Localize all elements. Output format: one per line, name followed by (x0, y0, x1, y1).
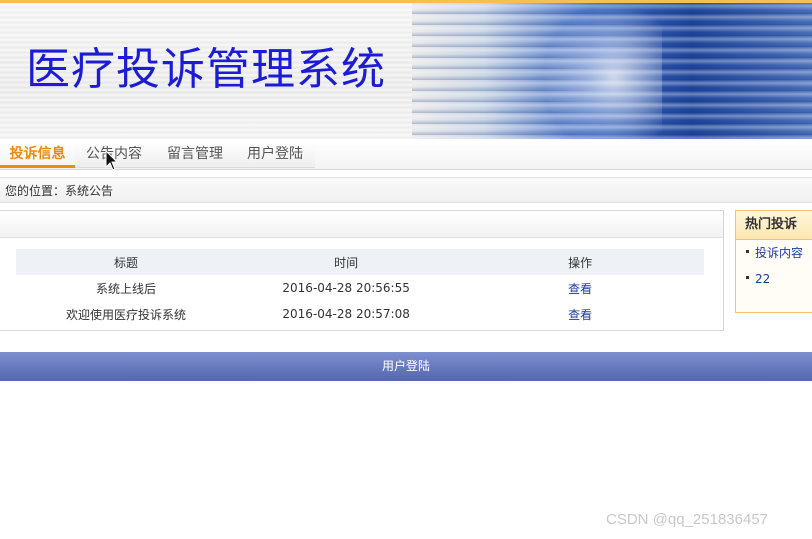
hot-complaint-link[interactable]: 投诉内容 (755, 246, 803, 260)
column-header-action: 操作 (456, 249, 704, 275)
table-row: 系统上线后 2016-04-28 20:56:55 查看 (16, 275, 704, 301)
site-title: 医疗投诉管理系统 (26, 44, 386, 95)
watermark: CSDN @qq_251836457 (606, 511, 769, 528)
breadcrumb: 您的位置：系统公告 (0, 177, 812, 203)
hot-complaints-title: 热门投诉 (736, 211, 812, 240)
notice-time: 2016-04-28 20:56:55 (282, 281, 410, 295)
header-banner: 医疗投诉管理系统 (0, 3, 812, 139)
table-row: 欢迎使用医疗投诉系统 2016-04-28 20:57:08 查看 (16, 301, 704, 327)
tab-message-management[interactable]: 留言管理 (160, 141, 230, 167)
banner-glow (542, 3, 662, 139)
notice-panel: 标题 时间 操作 系统上线后 2016-04-28 20:56:55 查看 欢迎… (0, 210, 724, 331)
notice-action-cell: 查看 (456, 301, 704, 327)
view-link[interactable]: 查看 (568, 308, 592, 322)
column-header-time: 时间 (235, 249, 457, 275)
list-item: 投诉内容 (736, 240, 812, 266)
hot-complaints-box: 热门投诉 投诉内容 22 (735, 210, 812, 313)
notice-title: 系统上线后 (95, 281, 156, 296)
hot-complaints-list: 投诉内容 22 (736, 240, 812, 292)
bullet-icon (746, 276, 749, 279)
notice-table: 标题 时间 操作 系统上线后 2016-04-28 20:56:55 查看 欢迎… (16, 249, 704, 327)
main-nav: 投诉信息 公告内容 留言管理 用户登陆 (0, 141, 812, 170)
footer-login-bar[interactable]: 用户登陆 (0, 352, 812, 381)
view-link[interactable]: 查看 (568, 282, 592, 296)
hot-complaint-link[interactable]: 22 (755, 272, 770, 286)
tab-complaint-info[interactable]: 投诉信息 (0, 141, 75, 168)
bullet-icon (746, 250, 749, 253)
table-header-row: 标题 时间 操作 (16, 249, 704, 275)
notice-title: 欢迎使用医疗投诉系统 (65, 307, 186, 322)
column-header-title: 标题 (16, 249, 236, 275)
notice-panel-header (0, 211, 723, 238)
mouse-pointer-icon (105, 150, 119, 171)
notice-time: 2016-04-28 20:57:08 (282, 307, 410, 321)
list-item: 22 (736, 266, 812, 292)
tab-user-login[interactable]: 用户登陆 (240, 141, 310, 167)
notice-action-cell: 查看 (456, 275, 704, 301)
